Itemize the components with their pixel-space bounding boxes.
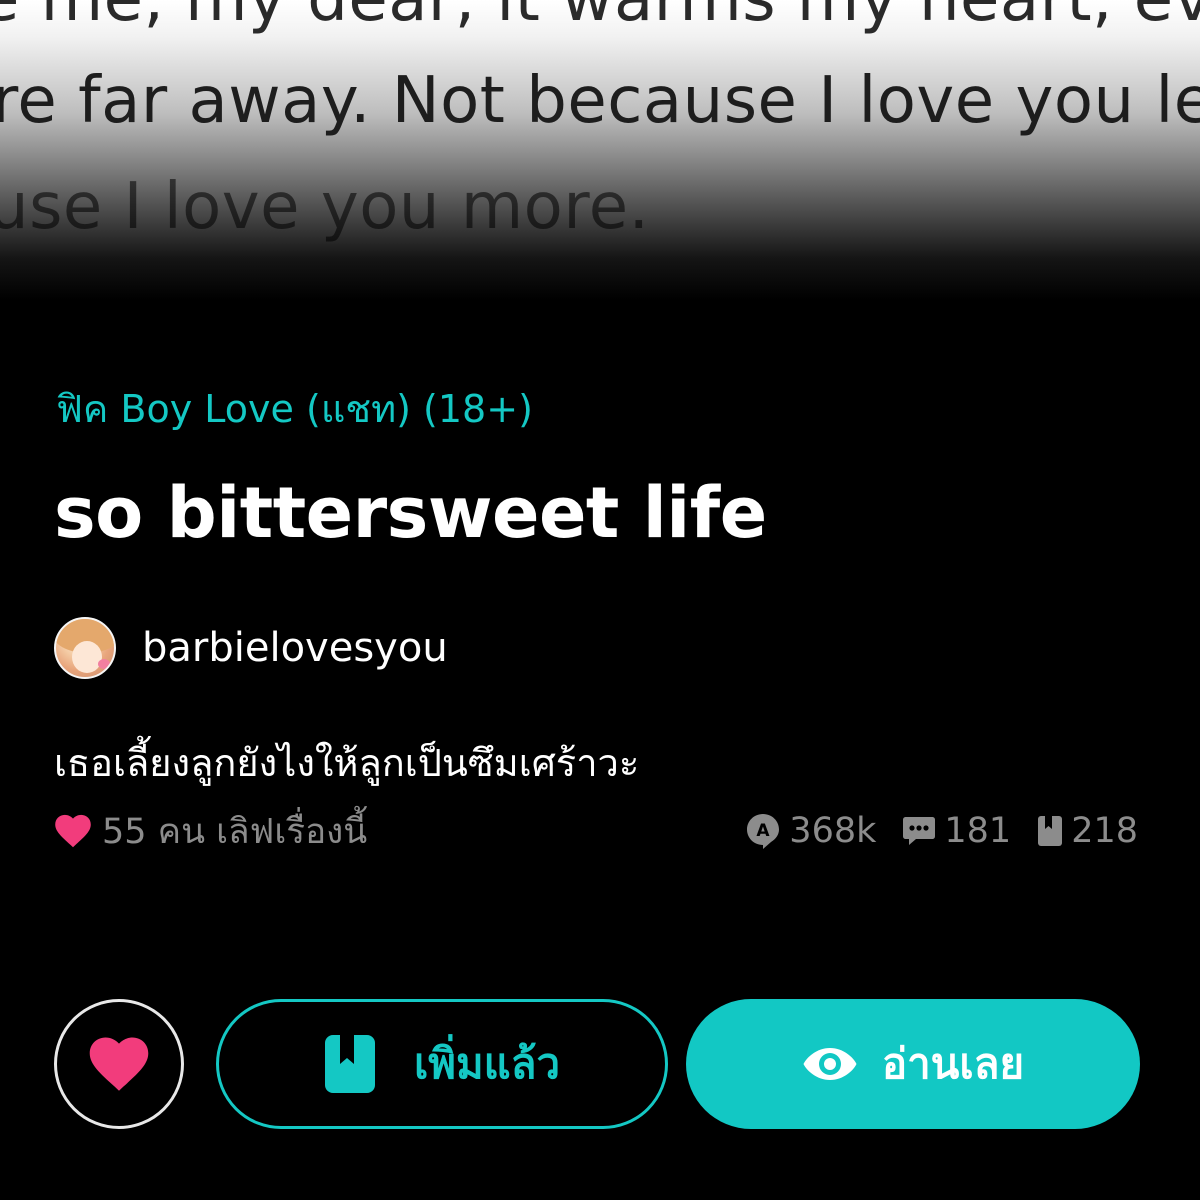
bookmark-icon bbox=[1038, 816, 1063, 846]
read-count-icon: A bbox=[747, 814, 780, 849]
cover-quote-line: re far away. Not because I love you les bbox=[0, 64, 1200, 138]
story-synopsis: เธอเลี้ยงลูกยังไงให้ลูกเป็นซึมเศร้าวะ bbox=[54, 741, 640, 785]
story-title: so bittersweet life bbox=[54, 472, 767, 554]
story-category[interactable]: ฟิค Boy Love (แชท) (18+) bbox=[56, 378, 533, 439]
read-count-value: 368k bbox=[789, 811, 877, 851]
svg-text:A: A bbox=[757, 821, 771, 841]
love-count: 55 คน เลิฟเรื่องนี้ bbox=[54, 808, 367, 854]
story-detail-screen: e me, my dear, it warms my heart, ev re … bbox=[0, 0, 1200, 1200]
heart-icon bbox=[89, 1037, 149, 1091]
cover-quote-line: use I love you more. bbox=[0, 170, 650, 244]
bookmark-count: 218 bbox=[1037, 811, 1138, 851]
read-now-label: อ่านเลย bbox=[881, 1039, 1025, 1088]
comment-icon bbox=[903, 817, 936, 845]
bookmark-count-value: 218 bbox=[1071, 811, 1138, 851]
action-bar: เพิ่มแล้ว อ่านเลย bbox=[54, 999, 1146, 1129]
read-count: A 368k bbox=[745, 811, 876, 851]
added-to-library-button[interactable]: เพิ่มแล้ว bbox=[216, 999, 668, 1129]
author-row[interactable]: barbielovesyou bbox=[54, 616, 448, 680]
story-stats: A 368k 181 218 bbox=[719, 808, 1138, 854]
love-button[interactable] bbox=[54, 999, 184, 1129]
avatar[interactable] bbox=[54, 617, 116, 679]
read-now-button[interactable]: อ่านเลย bbox=[686, 999, 1140, 1129]
love-count-text: 55 คน เลิฟเรื่องนี้ bbox=[102, 811, 368, 852]
story-cover-image: e me, my dear, it warms my heart, ev re … bbox=[0, 0, 1200, 300]
bookmark-icon bbox=[324, 1035, 375, 1093]
eye-icon bbox=[803, 1048, 857, 1080]
cover-quote-line: e me, my dear, it warms my heart, ev bbox=[0, 0, 1200, 36]
author-name[interactable]: barbielovesyou bbox=[142, 625, 448, 671]
heart-icon bbox=[55, 814, 91, 848]
comment-count-value: 181 bbox=[944, 811, 1012, 851]
added-label: เพิ่มแล้ว bbox=[413, 1039, 561, 1088]
comment-count: 181 bbox=[902, 811, 1011, 851]
